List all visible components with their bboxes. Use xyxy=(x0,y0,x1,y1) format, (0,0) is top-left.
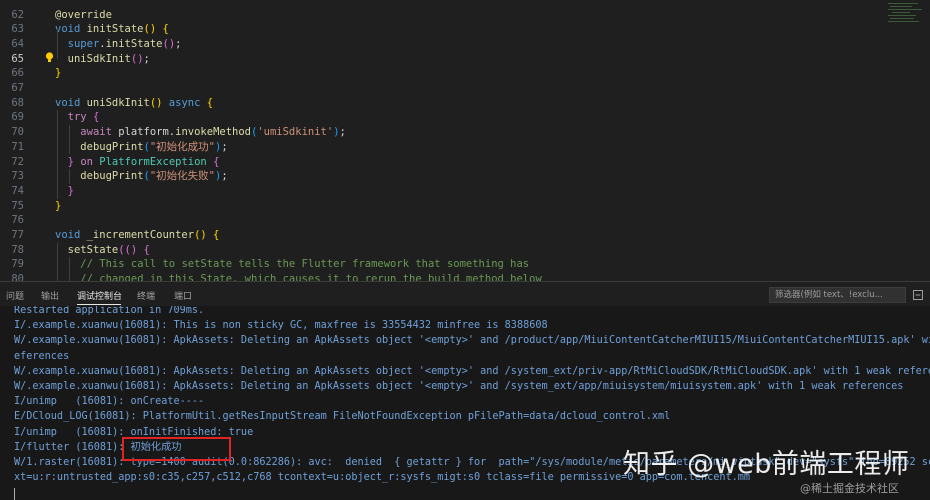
line-number: 72 xyxy=(11,155,24,168)
line-number: 74 xyxy=(11,184,24,197)
minimap[interactable] xyxy=(882,0,930,60)
indent-guide xyxy=(57,110,58,199)
tab-terminal[interactable]: 终端 xyxy=(137,289,155,302)
code-text: void initState() { xyxy=(55,23,169,36)
code-text: } xyxy=(55,199,62,212)
line-number: 76 xyxy=(11,214,24,227)
code-line[interactable]: 75} xyxy=(0,199,880,214)
console-line: W/.example.xuanwu(16081): ApkAssets: Del… xyxy=(14,381,904,392)
code-text: uniSdkInit(); xyxy=(67,52,150,65)
code-text: // changed in this State, which causes i… xyxy=(80,273,542,281)
code-text: setState(() { xyxy=(67,243,150,256)
indent-guide xyxy=(69,125,70,154)
tab-debug-console[interactable]: 调试控制台 xyxy=(77,289,122,302)
filter-icon[interactable] xyxy=(913,290,923,300)
code-line[interactable]: 80 // changed in this State, which cause… xyxy=(0,272,880,281)
console-line: I/.example.xuanwu(16081): This is non st… xyxy=(14,320,548,332)
console-line: E/DCloud_LOG(16081): PlatformUtil.getRes… xyxy=(14,411,671,423)
console-line: W/.example.xuanwu(16081): ApkAssets: Del… xyxy=(14,335,930,347)
line-number: 80 xyxy=(11,273,24,281)
line-number: 69 xyxy=(11,111,24,124)
console-line: Restarted application in 709ms. xyxy=(14,306,205,316)
code-line[interactable]: 71 debugPrint("初始化成功"); xyxy=(0,140,880,155)
line-number: 64 xyxy=(11,37,24,50)
line-number: 73 xyxy=(11,170,24,183)
line-number: 71 xyxy=(11,140,24,153)
code-line[interactable]: 70 await platform.invokeMethod('umiSdkin… xyxy=(0,125,880,140)
code-line[interactable]: 65 uniSdkInit(); xyxy=(0,52,880,67)
line-number: 68 xyxy=(11,96,24,109)
code-text: debugPrint("初始化成功"); xyxy=(80,140,228,153)
indent-guide xyxy=(57,243,58,281)
code-line[interactable]: 62 @override xyxy=(0,8,880,23)
code-line[interactable]: 73 debugPrint("初始化失败"); xyxy=(0,169,880,184)
code-text: try { xyxy=(67,111,100,124)
code-text: } xyxy=(55,67,62,80)
tab-output[interactable]: 输出 xyxy=(41,289,59,302)
console-line: eferences xyxy=(14,350,70,362)
line-number: 78 xyxy=(11,243,24,256)
line-number: 67 xyxy=(11,82,24,94)
tab-problems[interactable]: 问题 xyxy=(6,289,24,302)
code-text: // This call to setState tells the Flutt… xyxy=(80,258,530,271)
code-text: debugPrint("初始化失败"); xyxy=(80,170,228,183)
code-line[interactable]: 69 try { xyxy=(0,110,880,125)
code-text: void uniSdkInit() async { xyxy=(55,96,214,109)
watermark-sub: @稀土掘金技术社区 xyxy=(800,482,899,495)
code-line[interactable]: 67 xyxy=(0,81,880,96)
code-line[interactable]: 77 void _incrementCounter() { xyxy=(0,228,880,243)
code-line[interactable]: 72 } on PlatformException { xyxy=(0,155,880,170)
console-line: W/.example.xuanwu(16081): ApkAssets: Del… xyxy=(14,365,930,377)
line-number: 77 xyxy=(11,229,24,241)
code-line[interactable]: 76 xyxy=(0,213,880,228)
line-number: 70 xyxy=(11,126,24,139)
indent-guide xyxy=(69,257,70,281)
line-number: 65 xyxy=(11,52,24,65)
code-line[interactable]: 74 } xyxy=(0,184,880,199)
code-text: super.initState(); xyxy=(67,37,182,50)
line-number: 62 xyxy=(11,8,24,21)
line-number: 63 xyxy=(11,23,24,36)
highlight-box xyxy=(122,437,231,461)
input-cursor[interactable] xyxy=(14,488,15,500)
code-text: } on PlatformException { xyxy=(67,155,220,168)
code-editor[interactable]: 62 @override 63 void initState() {64 super.… xyxy=(0,0,930,281)
panel-tab-bar: 问题 输出 调试控制台 终端 端口 筛选器(例如 text、!exclu... xyxy=(0,281,930,306)
line-number: 66 xyxy=(11,67,24,80)
code-line[interactable]: 66} xyxy=(0,66,880,81)
line-number: 75 xyxy=(11,199,24,212)
code-line[interactable]: 79 // This call to setState tells the Fl… xyxy=(0,257,880,272)
tab-ports[interactable]: 端口 xyxy=(174,289,192,302)
code-text: void _incrementCounter() { xyxy=(55,229,220,241)
code-line[interactable]: 64 super.initState(); xyxy=(0,37,880,52)
code-line[interactable]: 63 void initState() { xyxy=(0,22,880,37)
active-tab-indicator xyxy=(77,304,121,305)
code-text: await platform.invokeMethod('umiSdkinit'… xyxy=(80,126,346,139)
filter-input[interactable]: 筛选器(例如 text、!exclu... xyxy=(769,287,906,303)
lightbulb-icon[interactable] xyxy=(45,52,54,63)
code-line[interactable]: 78 setState(() { xyxy=(0,243,880,258)
code-text: @override xyxy=(55,8,112,21)
watermark: 知乎 @web前端工程师 xyxy=(623,449,910,480)
console-line: I/unimp (16081): onCreate---- xyxy=(14,396,205,408)
line-number: 79 xyxy=(11,258,24,271)
code-line[interactable]: 68 void uniSdkInit() async { xyxy=(0,96,880,111)
indent-guide xyxy=(57,29,58,59)
indent-guide xyxy=(69,169,70,184)
